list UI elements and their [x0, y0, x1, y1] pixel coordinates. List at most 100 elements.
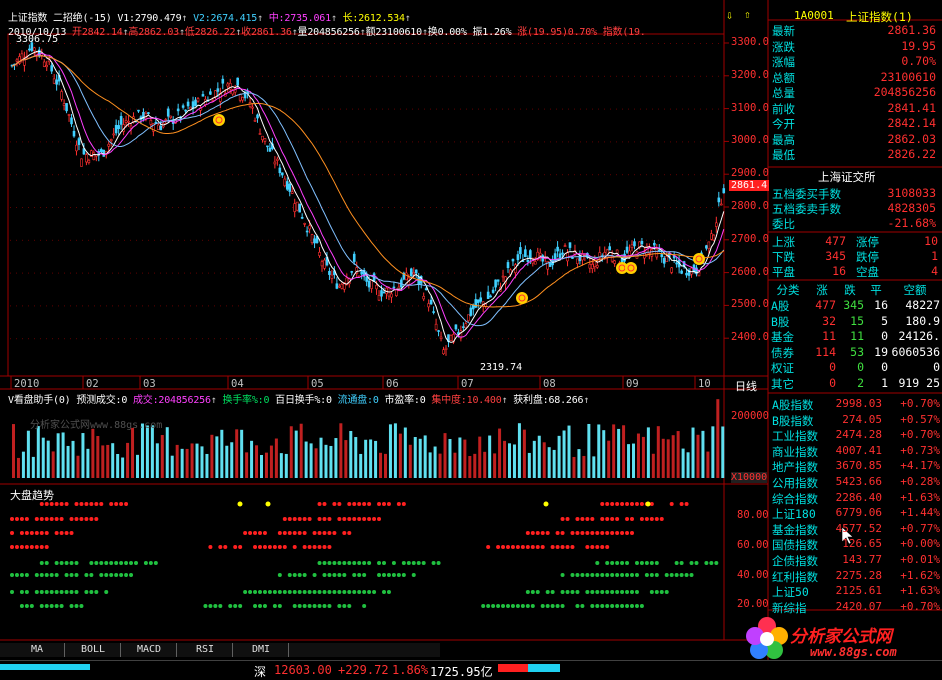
grid-dot — [340, 43, 341, 44]
grid-dot — [220, 141, 221, 143]
candle-body — [548, 262, 552, 267]
grid-dot — [352, 174, 353, 176]
index-name[interactable]: 上证180 — [772, 506, 816, 522]
tab-dmi[interactable]: DMI — [234, 643, 289, 657]
grid-dot — [700, 174, 701, 176]
grid-dot — [526, 305, 527, 307]
quote-value: 19.95 — [901, 38, 936, 53]
index-name[interactable]: 国债指数 — [772, 537, 818, 553]
grid-dot — [220, 338, 221, 340]
grid-dot — [16, 108, 17, 110]
trend-dot — [595, 545, 600, 549]
stock-code: 1A0001 — [794, 9, 834, 22]
index-name[interactable]: 公用指数 — [772, 475, 818, 491]
grid-dot — [706, 207, 707, 208]
index-name[interactable]: 基金指数 — [772, 522, 818, 538]
candle-body — [300, 217, 304, 219]
grid-dot — [472, 43, 473, 44]
grid-dot — [172, 338, 173, 340]
breadth-label: 跌停 — [856, 250, 879, 264]
grid-dot — [346, 338, 347, 340]
trend-dot — [496, 604, 501, 608]
index-name[interactable]: B股指数 — [772, 413, 813, 429]
grid-dot — [478, 338, 479, 340]
tab-boll[interactable]: BOLL — [66, 643, 121, 657]
index-name[interactable]: 地产指数 — [772, 459, 818, 475]
index-name[interactable]: 综合指数 — [772, 491, 818, 507]
trend-dot — [148, 561, 153, 565]
period-label[interactable]: 日线 — [735, 378, 757, 394]
scroll-down-icon[interactable]: ⇩ — [726, 8, 733, 22]
trend-dot — [124, 561, 129, 565]
candle-body — [169, 115, 173, 118]
trend-dot — [486, 604, 491, 608]
grid-dot — [316, 108, 317, 110]
index-name[interactable]: 上证50 — [772, 584, 809, 600]
grid-dot — [232, 338, 233, 340]
grid-dot — [274, 75, 275, 77]
grid-dot — [10, 141, 11, 143]
tab-ma[interactable]: MA — [10, 643, 65, 657]
trend-dot — [679, 502, 684, 506]
grid-dot — [118, 75, 119, 77]
grid-dot — [688, 141, 689, 143]
trend-dot — [639, 517, 644, 521]
grid-dot — [490, 174, 491, 176]
tab-rsi[interactable]: RSI — [178, 643, 233, 657]
trend-dot — [575, 531, 580, 535]
assist-title[interactable]: V看盘助手(0) — [8, 395, 71, 406]
trend-dot — [14, 545, 19, 549]
quote-row: 最新 2861.36 — [770, 23, 940, 38]
price-tick: 2600.0 — [731, 265, 769, 278]
grid-dot — [286, 338, 287, 340]
grid-dot — [130, 108, 131, 110]
index-name[interactable]: 工业指数 — [772, 428, 818, 444]
trend-dot — [44, 590, 49, 594]
scroll-up-icon[interactable]: ⇧ — [744, 8, 751, 21]
index-name[interactable]: A股指数 — [772, 397, 813, 413]
grid-dot — [652, 338, 653, 340]
trend-dot — [386, 590, 391, 594]
candle-body — [318, 251, 321, 256]
status-amount: 1725.95亿 — [430, 665, 493, 679]
candle-body — [305, 230, 309, 233]
grid-dot — [154, 272, 155, 274]
grid-dot — [190, 272, 191, 274]
index-name[interactable]: 商业指数 — [772, 444, 818, 460]
grid-dot — [610, 174, 611, 176]
trend-dot — [69, 604, 74, 608]
trend-dot — [600, 590, 605, 594]
grid-dot — [202, 338, 203, 340]
grid-dot — [526, 174, 527, 176]
grid-dot — [430, 207, 431, 208]
grid-dot — [88, 305, 89, 307]
candle-body — [653, 242, 656, 246]
trend-dot — [287, 573, 292, 577]
grid-dot — [400, 239, 401, 241]
grid-dot — [310, 207, 311, 208]
grid-dot — [100, 239, 101, 241]
quote-value: 2861.36 — [887, 23, 936, 37]
grid-dot — [250, 338, 251, 340]
grid-dot — [394, 305, 395, 307]
grid-dot — [196, 305, 197, 307]
grid-dot — [556, 108, 557, 110]
trend-dot — [99, 502, 104, 506]
grid-dot — [538, 174, 539, 176]
trend-dot — [689, 573, 694, 577]
trend-dot — [332, 590, 337, 594]
grid-dot — [238, 108, 239, 110]
grid-dot — [562, 338, 563, 340]
trend-dot — [357, 561, 362, 565]
grid-dot — [556, 272, 557, 274]
volume-bar — [577, 449, 581, 478]
quote-value: 2842.14 — [887, 116, 936, 130]
trend-dot — [580, 573, 585, 577]
volume-bar — [423, 435, 427, 478]
grid-dot — [292, 338, 293, 340]
tab-macd[interactable]: MACD — [122, 643, 177, 657]
index-name[interactable]: 红利指数 — [772, 569, 818, 585]
grid-dot — [88, 43, 89, 44]
grid-dot — [676, 207, 677, 208]
index-name[interactable]: 企债指数 — [772, 553, 818, 569]
